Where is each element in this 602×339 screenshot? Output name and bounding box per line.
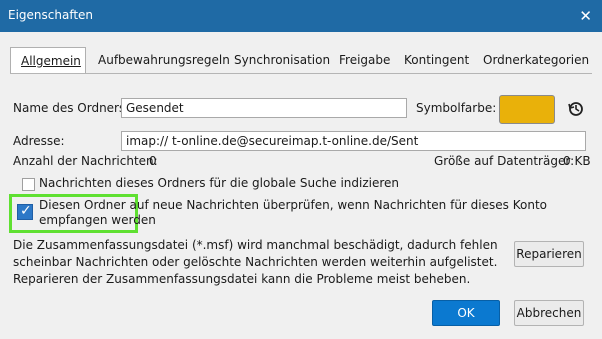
tab-label: Allgemein — [21, 54, 81, 68]
repair-info-text: Die Zusammenfassungsdatei (*.msf) wird m… — [13, 238, 498, 286]
ok-button[interactable]: OK — [432, 300, 500, 326]
symbol-color-label: Symbolfarbe: — [416, 101, 497, 115]
title-bar: Eigenschaften ✕ — [0, 0, 602, 32]
tab-retention[interactable]: Aufbewahrungsregeln — [98, 47, 230, 73]
check-new-messages-label: Diesen Ordner auf neue Nachrichten überp… — [39, 198, 547, 227]
address-label: Adresse: — [13, 134, 65, 148]
index-label: Nachrichten dieses Ordners für die globa… — [39, 176, 400, 190]
reset-icon[interactable] — [567, 100, 585, 118]
close-icon[interactable]: ✕ — [579, 7, 592, 25]
storage-value: 0 KB — [563, 154, 591, 168]
symbol-color-swatch[interactable] — [499, 95, 555, 124]
address-input[interactable]: imap:// t-online.de@secureimap.t-online.… — [121, 131, 586, 151]
folder-name-label: Name des Ordners: — [13, 101, 130, 115]
message-count-value: 0 — [149, 154, 157, 168]
folder-name-input[interactable]: Gesendet — [121, 98, 407, 118]
message-count-label: Anzahl der Nachrichten: — [13, 154, 158, 168]
tab-allgemein[interactable]: Allgemein — [10, 47, 86, 74]
storage-label: Größe auf Datenträger: — [434, 154, 575, 168]
repair-button[interactable]: Reparieren — [514, 241, 584, 267]
properties-dialog: Eigenschaften ✕ Allgemein Aufbewahrungsr… — [0, 0, 602, 339]
tab-sharing[interactable]: Freigabe — [339, 47, 390, 73]
tab-folder-categories[interactable]: Ordnerkategorien — [483, 47, 589, 73]
check-new-messages-checkbox[interactable] — [17, 203, 33, 220]
tab-quota[interactable]: Kontingent — [404, 47, 469, 73]
tab-divider — [10, 73, 592, 74]
window-title: Eigenschaften — [8, 8, 94, 22]
cancel-button[interactable]: Abbrechen — [514, 300, 584, 326]
index-checkbox[interactable] — [22, 178, 35, 191]
tab-synchronisation[interactable]: Synchronisation — [234, 47, 330, 73]
